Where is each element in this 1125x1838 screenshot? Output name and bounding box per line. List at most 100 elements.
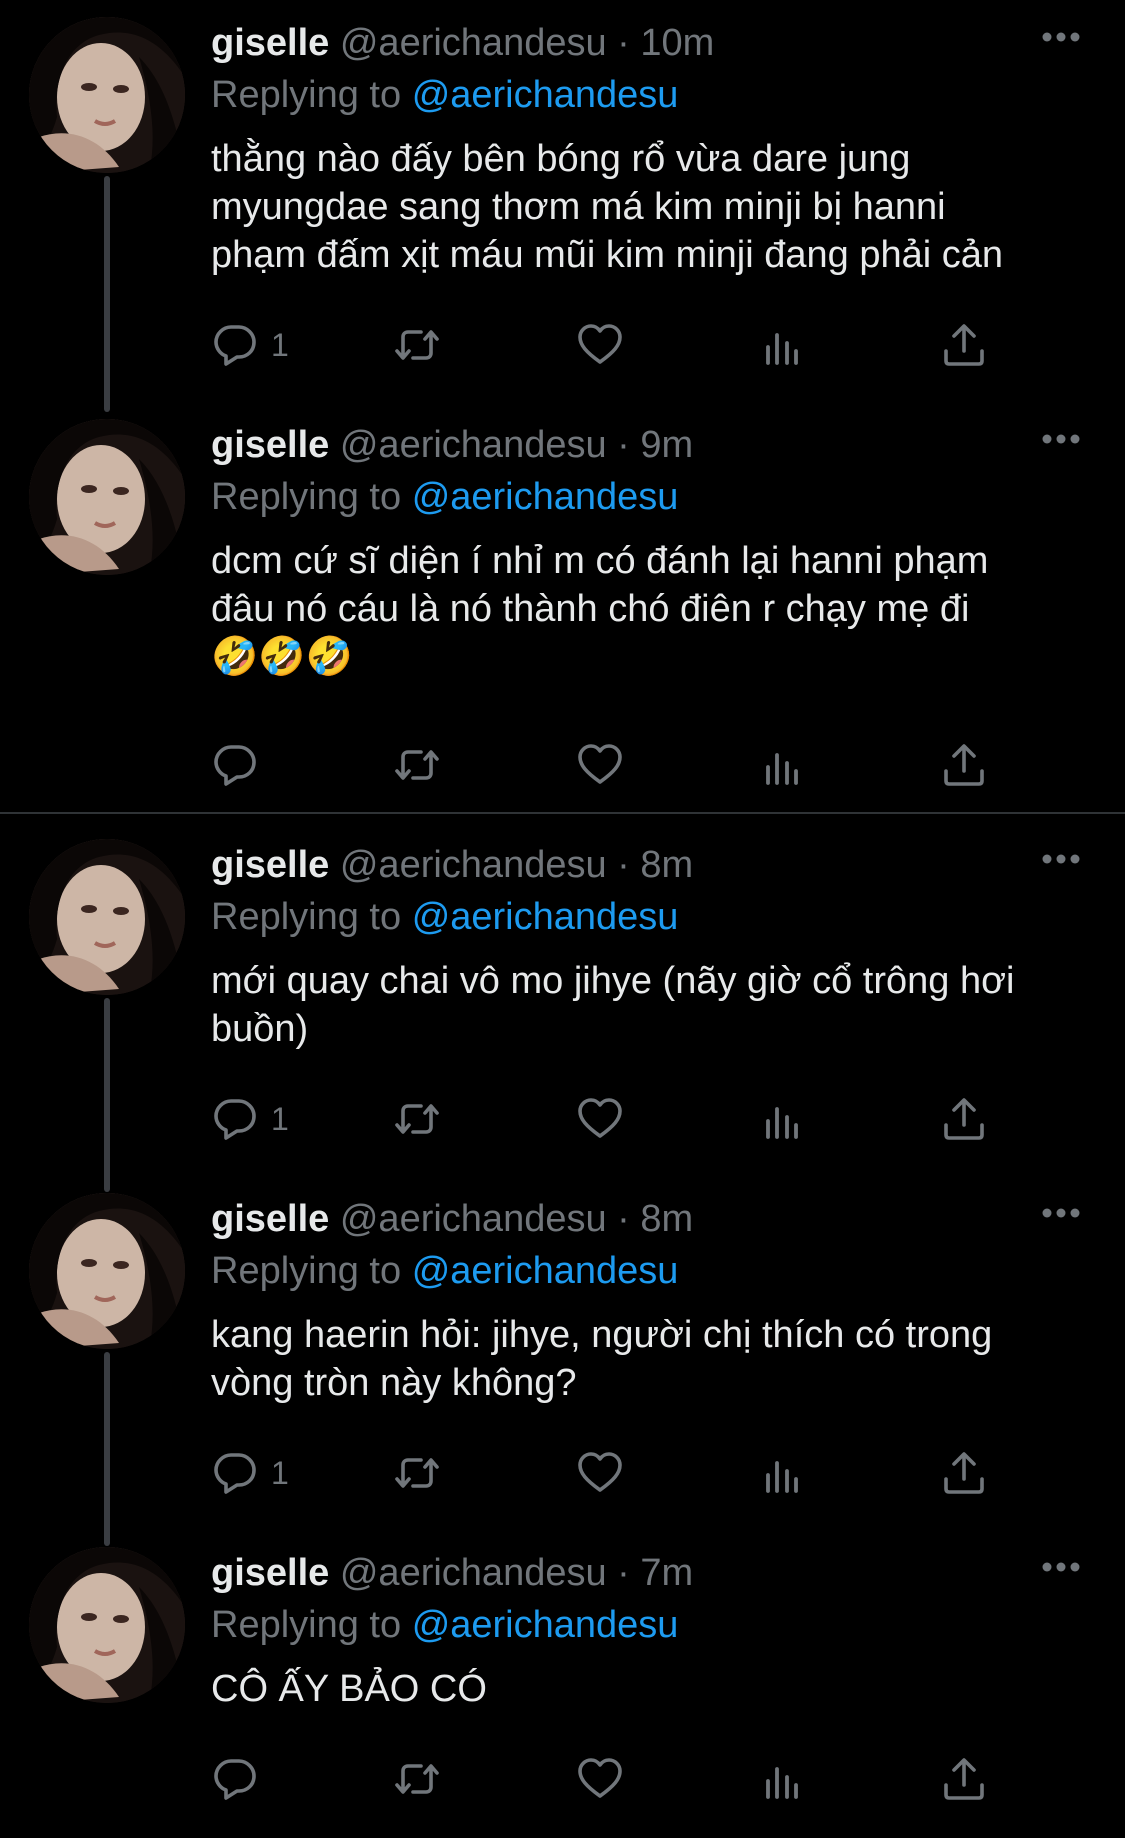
share-button[interactable] — [940, 1754, 988, 1804]
reply-button[interactable] — [211, 1754, 271, 1804]
retweet-icon — [395, 1458, 439, 1488]
thread-line — [104, 176, 110, 412]
reply-bubble-icon — [214, 1759, 256, 1800]
avatar-photo-icon — [29, 839, 185, 995]
thread-divider — [0, 812, 1125, 814]
display-name[interactable]: giselle — [211, 1552, 329, 1594]
avatar[interactable] — [29, 839, 185, 995]
timestamp[interactable]: 8m — [640, 1198, 693, 1240]
reply-button[interactable]: 1 — [211, 1448, 289, 1498]
avatar[interactable] — [29, 17, 185, 173]
heart-icon — [578, 324, 622, 364]
timestamp[interactable]: 9m — [640, 424, 693, 466]
avatar-photo-icon — [29, 1547, 185, 1703]
heart-icon — [578, 1098, 622, 1138]
like-button[interactable] — [576, 740, 624, 790]
tweet-actions — [211, 1754, 1001, 1804]
retweet-button[interactable] — [393, 1754, 441, 1804]
like-button[interactable] — [576, 1094, 624, 1144]
separator-dot: · — [617, 844, 630, 886]
views-button[interactable] — [758, 1094, 806, 1144]
user-handle[interactable]: @aerichandesu — [340, 22, 607, 64]
avatar[interactable] — [29, 1547, 185, 1703]
views-button[interactable] — [758, 1448, 806, 1498]
tweet[interactable]: giselle @aerichandesu · 7m Replying to @… — [0, 1530, 1125, 1838]
display-name[interactable]: giselle — [211, 22, 329, 64]
timestamp[interactable]: 7m — [640, 1552, 693, 1594]
tweet-actions — [211, 740, 1001, 790]
views-button[interactable] — [758, 1754, 806, 1804]
separator-dot: · — [617, 1552, 630, 1594]
display-name[interactable]: giselle — [211, 844, 329, 886]
user-handle[interactable]: @aerichandesu — [340, 844, 607, 886]
retweet-button[interactable] — [393, 740, 441, 790]
reply-bubble-icon — [214, 745, 256, 786]
avatar[interactable] — [29, 419, 185, 575]
reply-count: 1 — [271, 1100, 289, 1137]
tweet-text: kang haerin hỏi: jihye, người chị thích … — [211, 1314, 993, 1404]
more-horizontal-icon[interactable] — [1041, 852, 1081, 866]
reply-button[interactable]: 1 — [211, 320, 289, 370]
like-button[interactable] — [576, 1754, 624, 1804]
tweet-header: giselle @aerichandesu · 9m — [211, 422, 693, 468]
tweet[interactable]: giselle @aerichandesu · 9m Replying to @… — [0, 402, 1125, 812]
avatar-photo-icon — [29, 1193, 185, 1349]
more-horizontal-icon[interactable] — [1041, 30, 1081, 44]
avatar[interactable] — [29, 1193, 185, 1349]
tweet-header: giselle @aerichandesu · 7m — [211, 1550, 693, 1596]
tweet[interactable]: giselle @aerichandesu · 10m Replying to … — [0, 0, 1125, 412]
views-button[interactable] — [758, 740, 806, 790]
timestamp[interactable]: 8m — [640, 844, 693, 886]
reply-count: 1 — [271, 326, 289, 363]
user-handle[interactable]: @aerichandesu — [340, 1552, 607, 1594]
tweet[interactable]: giselle @aerichandesu · 8m Replying to @… — [0, 1176, 1125, 1546]
retweet-button[interactable] — [393, 1448, 441, 1498]
tweet-text: thằng nào đấy bên bóng rổ vừa dare jung … — [211, 138, 1004, 276]
reply-button[interactable] — [211, 740, 271, 790]
analytics-bars-icon — [766, 1461, 798, 1493]
replying-mention[interactable]: @aerichandesu — [412, 896, 679, 938]
tweet-text: mới quay chai vô mo jihye (nãy giờ cổ tr… — [211, 960, 1015, 1050]
share-button[interactable] — [940, 320, 988, 370]
replying-label: Replying to — [211, 896, 402, 938]
avatar-photo-icon — [29, 17, 185, 173]
share-button[interactable] — [940, 1094, 988, 1144]
views-button[interactable] — [758, 320, 806, 370]
more-horizontal-icon[interactable] — [1041, 1206, 1081, 1220]
like-button[interactable] — [576, 1448, 624, 1498]
tweet-actions: 1 — [211, 1094, 1001, 1144]
replying-label: Replying to — [211, 1250, 402, 1292]
separator-dot: · — [617, 1198, 630, 1240]
replying-to: Replying to @aerichandesu — [211, 72, 678, 118]
replying-to: Replying to @aerichandesu — [211, 1248, 678, 1294]
share-upload-icon — [944, 744, 984, 786]
separator-dot: · — [617, 22, 630, 64]
share-button[interactable] — [940, 1448, 988, 1498]
reply-button[interactable]: 1 — [211, 1094, 289, 1144]
more-horizontal-icon[interactable] — [1041, 1560, 1081, 1574]
user-handle[interactable]: @aerichandesu — [340, 1198, 607, 1240]
reply-bubble-icon — [214, 1453, 256, 1494]
tweet[interactable]: giselle @aerichandesu · 8m Replying to @… — [0, 822, 1125, 1192]
retweet-icon — [395, 1104, 439, 1134]
retweet-button[interactable] — [393, 320, 441, 370]
display-name[interactable]: giselle — [211, 1198, 329, 1240]
replying-mention[interactable]: @aerichandesu — [412, 1604, 679, 1646]
replying-mention[interactable]: @aerichandesu — [412, 476, 679, 518]
replying-mention[interactable]: @aerichandesu — [412, 74, 679, 116]
more-horizontal-icon[interactable] — [1041, 432, 1081, 446]
tweet-text: CÔ ẤY BẢO CÓ — [211, 1668, 487, 1710]
share-upload-icon — [944, 1758, 984, 1800]
reply-bubble-icon — [214, 325, 256, 366]
like-button[interactable] — [576, 320, 624, 370]
display-name[interactable]: giselle — [211, 424, 329, 466]
retweet-button[interactable] — [393, 1094, 441, 1144]
replying-mention[interactable]: @aerichandesu — [412, 1250, 679, 1292]
user-handle[interactable]: @aerichandesu — [340, 424, 607, 466]
share-button[interactable] — [940, 740, 988, 790]
replying-to: Replying to @aerichandesu — [211, 894, 678, 940]
timestamp[interactable]: 10m — [640, 22, 714, 64]
heart-icon — [578, 1452, 622, 1492]
heart-icon — [578, 744, 622, 784]
reply-count: 1 — [271, 1454, 289, 1491]
